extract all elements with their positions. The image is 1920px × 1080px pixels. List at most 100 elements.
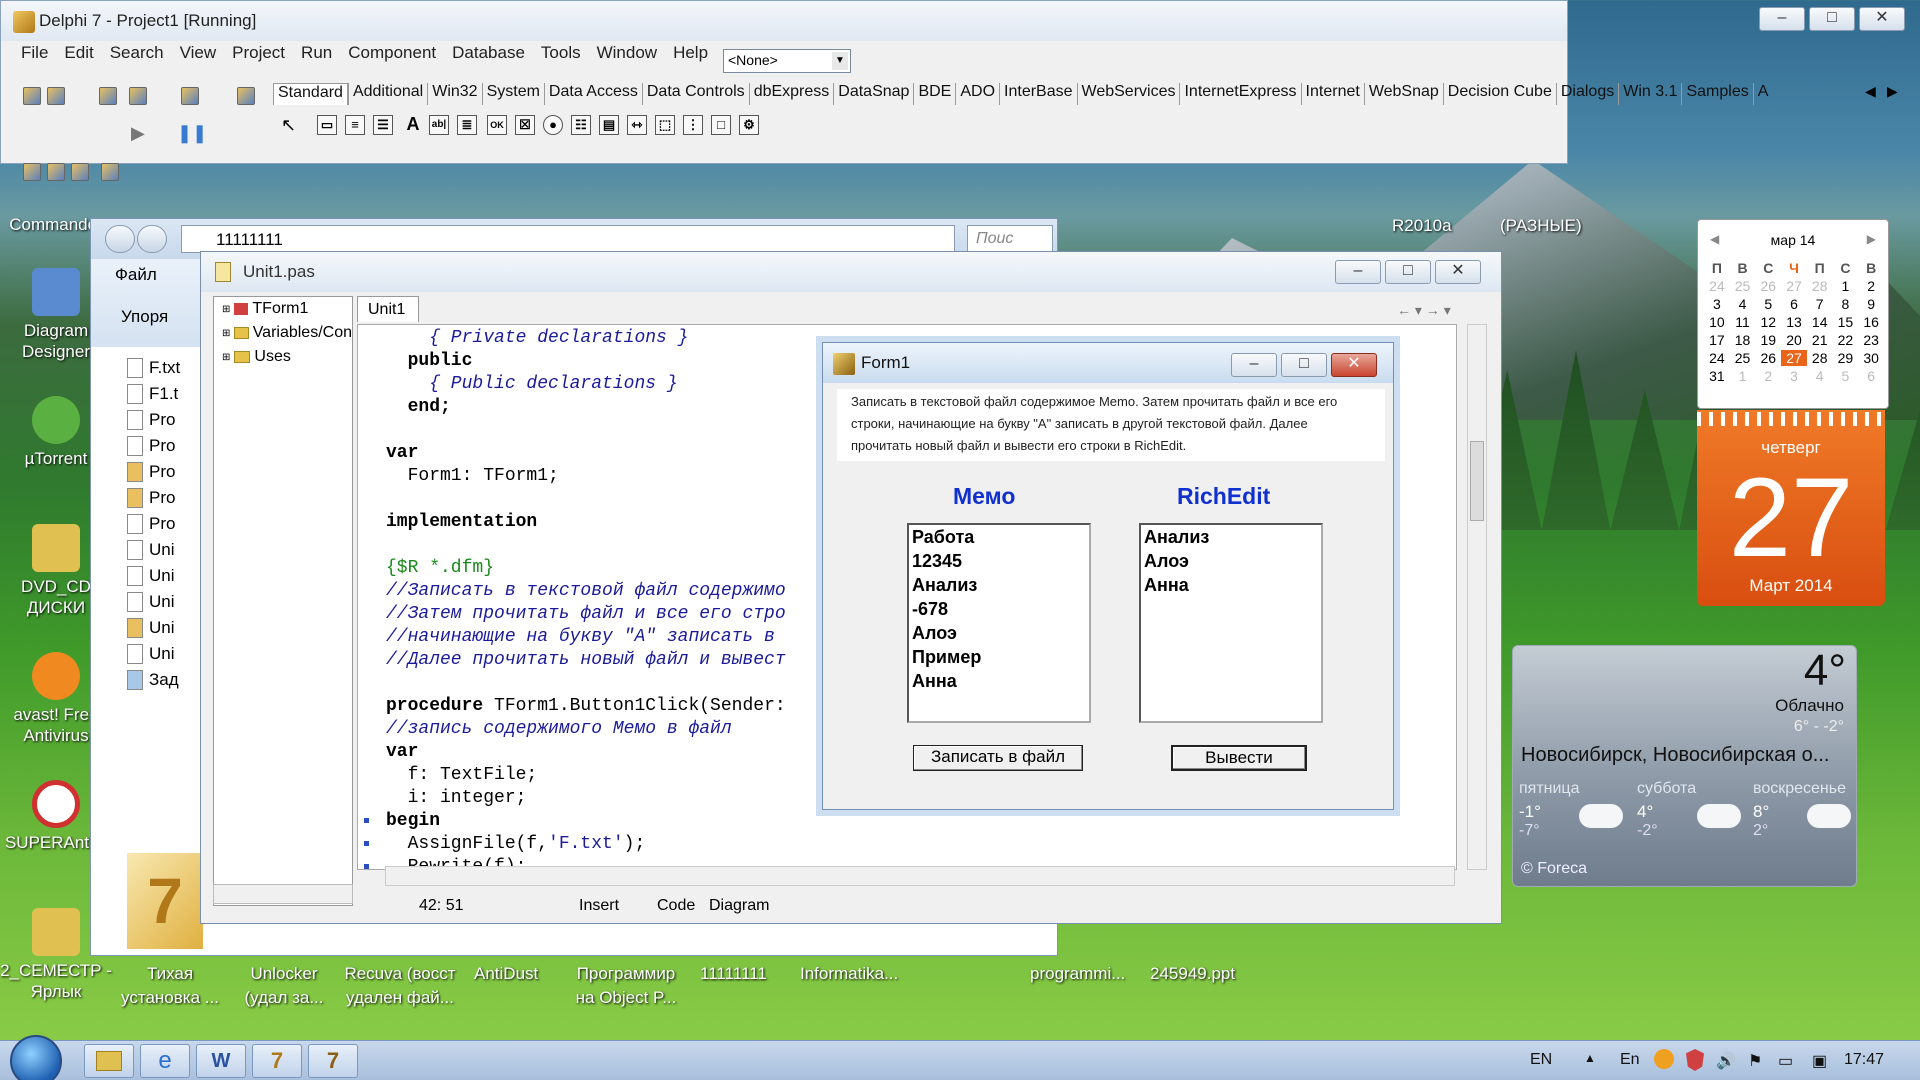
list-item[interactable]: Uni: [127, 589, 175, 615]
calendar-day-cell[interactable]: 6: [1858, 368, 1884, 384]
tab-win31[interactable]: Win 3.1: [1618, 83, 1681, 105]
calendar-day-cell[interactable]: 3: [1781, 368, 1807, 384]
tab-win32[interactable]: Win32: [427, 83, 481, 105]
mainmenu-icon[interactable]: ≡: [345, 115, 365, 135]
run-icon[interactable]: ▶: [131, 123, 145, 144]
combobox-icon[interactable]: ▤: [599, 115, 619, 135]
scrollbar-icon[interactable]: ⇿: [627, 115, 647, 135]
desktop-icon-programmi[interactable]: programmi...: [1030, 962, 1125, 986]
calendar-day-cell[interactable]: 28: [1807, 278, 1833, 294]
toggle-form-unit-icon[interactable]: [71, 163, 89, 181]
calendar-day-cell[interactable]: 1: [1833, 278, 1859, 294]
popupmenu-icon[interactable]: ☰: [373, 115, 393, 135]
calendar-day-cell[interactable]: 6: [1781, 296, 1807, 312]
scroll-thumb[interactable]: [1470, 441, 1484, 521]
search-field[interactable]: Поис: [967, 225, 1053, 253]
calendar-day-cell[interactable]: 14: [1807, 314, 1833, 330]
desktop-icon-11111111[interactable]: 11111111: [700, 962, 767, 986]
display-icon[interactable]: ▣: [1812, 1051, 1827, 1071]
editor-minimize-button[interactable]: –: [1335, 260, 1381, 284]
taskbar-word[interactable]: W: [196, 1044, 246, 1078]
calendar-day-cell[interactable]: 30: [1858, 350, 1884, 366]
calendar-day-cell[interactable]: 9: [1858, 296, 1884, 312]
view-form-icon[interactable]: [47, 163, 65, 181]
clock[interactable]: 17:47: [1844, 1051, 1884, 1069]
calendar-day-cell[interactable]: 29: [1833, 350, 1859, 366]
taskbar-project1[interactable]: 7: [308, 1044, 358, 1078]
desktop-icon-ppt[interactable]: 245949.ppt: [1150, 962, 1235, 986]
calendar-day-cell[interactable]: 3: [1704, 296, 1730, 312]
radiogroup-icon[interactable]: ⋮: [683, 115, 703, 135]
new-form-icon[interactable]: [101, 163, 119, 181]
button-icon[interactable]: OK: [487, 115, 507, 135]
calendar-day-cell[interactable]: 2: [1858, 278, 1884, 294]
calendar-day-cell[interactable]: 4: [1730, 296, 1756, 312]
tree-item-uses[interactable]: ⊞ Uses: [214, 345, 352, 369]
listbox-icon[interactable]: ☷: [571, 115, 591, 135]
tab-diagram[interactable]: Diagram: [709, 897, 769, 915]
calendar-day-cell[interactable]: 27: [1781, 350, 1807, 366]
tab-ado[interactable]: ADO: [955, 83, 999, 105]
edit-icon[interactable]: ab|: [429, 115, 449, 135]
editor-close-button[interactable]: ✕: [1435, 260, 1481, 284]
tab-interbase[interactable]: InterBase: [999, 83, 1076, 105]
tab-bde[interactable]: BDE: [913, 83, 955, 105]
editor-nav-arrows-icon[interactable]: ← ▾ → ▾: [1397, 302, 1451, 319]
list-item[interactable]: F1.t: [127, 381, 178, 407]
calendar-day-cell[interactable]: 7: [1807, 296, 1833, 312]
list-item[interactable]: F.txt: [127, 355, 180, 381]
pointer-icon[interactable]: ↖: [281, 115, 296, 136]
memo-icon[interactable]: ≣: [457, 115, 477, 135]
menu-window[interactable]: Window: [589, 41, 665, 65]
keyboard-layout[interactable]: En: [1620, 1051, 1640, 1069]
tab-system[interactable]: System: [481, 83, 544, 105]
menu-component[interactable]: Component: [340, 41, 444, 65]
path-field[interactable]: 11111111: [181, 225, 955, 253]
shield-icon[interactable]: [1686, 1049, 1704, 1071]
calendar-day-cell[interactable]: 2: [1755, 368, 1781, 384]
taskbar-explorer[interactable]: [84, 1044, 134, 1078]
forward-button[interactable]: [137, 225, 167, 253]
calendar-day-cell[interactable]: 10: [1704, 314, 1730, 330]
scroll-tabs-right-icon[interactable]: ▶: [1887, 83, 1898, 100]
taskbar-delphi[interactable]: 7: [252, 1044, 302, 1078]
form1-close-button[interactable]: ✕: [1331, 353, 1377, 377]
calendar-day-cell[interactable]: 11: [1730, 314, 1756, 330]
tab-dialogs[interactable]: Dialogs: [1555, 83, 1618, 105]
next-month-icon[interactable]: ▶: [1867, 232, 1876, 246]
desktop-layout-combo[interactable]: <None> ▼: [723, 49, 851, 73]
desktop-icon-unlocker[interactable]: Unlocker (удал за...: [232, 962, 336, 1010]
desktop-icon-silent-install[interactable]: Тихая установка ...: [120, 962, 220, 1010]
radiobutton-icon[interactable]: ●: [543, 115, 563, 135]
tab-dbexpress[interactable]: dbExpress: [748, 83, 834, 105]
menu-file[interactable]: File: [13, 41, 56, 65]
minimize-button[interactable]: –: [1759, 7, 1805, 31]
menu-project[interactable]: Project: [224, 41, 293, 65]
tree-horizontal-scrollbar[interactable]: [213, 884, 353, 904]
actionlist-icon[interactable]: ⚙: [739, 115, 759, 135]
code-vertical-scrollbar[interactable]: [1467, 324, 1487, 870]
menu-help[interactable]: Help: [665, 41, 716, 65]
panel-icon[interactable]: □: [711, 115, 731, 135]
flag-icon[interactable]: ⚑: [1748, 1051, 1762, 1071]
calendar-day-cell[interactable]: 24: [1704, 350, 1730, 366]
calendar-day-cell[interactable]: 19: [1755, 332, 1781, 348]
avast-tray-icon[interactable]: [1654, 1049, 1674, 1069]
calendar-day-cell[interactable]: 28: [1807, 350, 1833, 366]
calendar-day-cell[interactable]: 31: [1704, 368, 1730, 384]
start-button[interactable]: [10, 1035, 62, 1080]
calendar-day-cell[interactable]: 5: [1755, 296, 1781, 312]
calendar-day-cell[interactable]: 21: [1807, 332, 1833, 348]
calendar-day-cell[interactable]: 24: [1704, 278, 1730, 294]
desktop-label-raznye[interactable]: (РАЗНЫЕ): [1500, 214, 1582, 238]
menu-edit[interactable]: Edit: [56, 41, 101, 65]
calendar-day-cell[interactable]: 26: [1755, 350, 1781, 366]
calendar-day-cell[interactable]: 1: [1730, 368, 1756, 384]
save-all-icon[interactable]: [129, 87, 147, 105]
desktop-icon-informatika[interactable]: Informatika...: [800, 962, 898, 986]
explorer-menu-file[interactable]: Файл: [115, 265, 157, 285]
new-icon[interactable]: [23, 87, 41, 105]
tab-data-controls[interactable]: Data Controls: [641, 83, 749, 105]
checkbox-icon[interactable]: ☒: [515, 115, 535, 135]
desktop-icon-antidust[interactable]: AntiDust: [474, 962, 538, 986]
